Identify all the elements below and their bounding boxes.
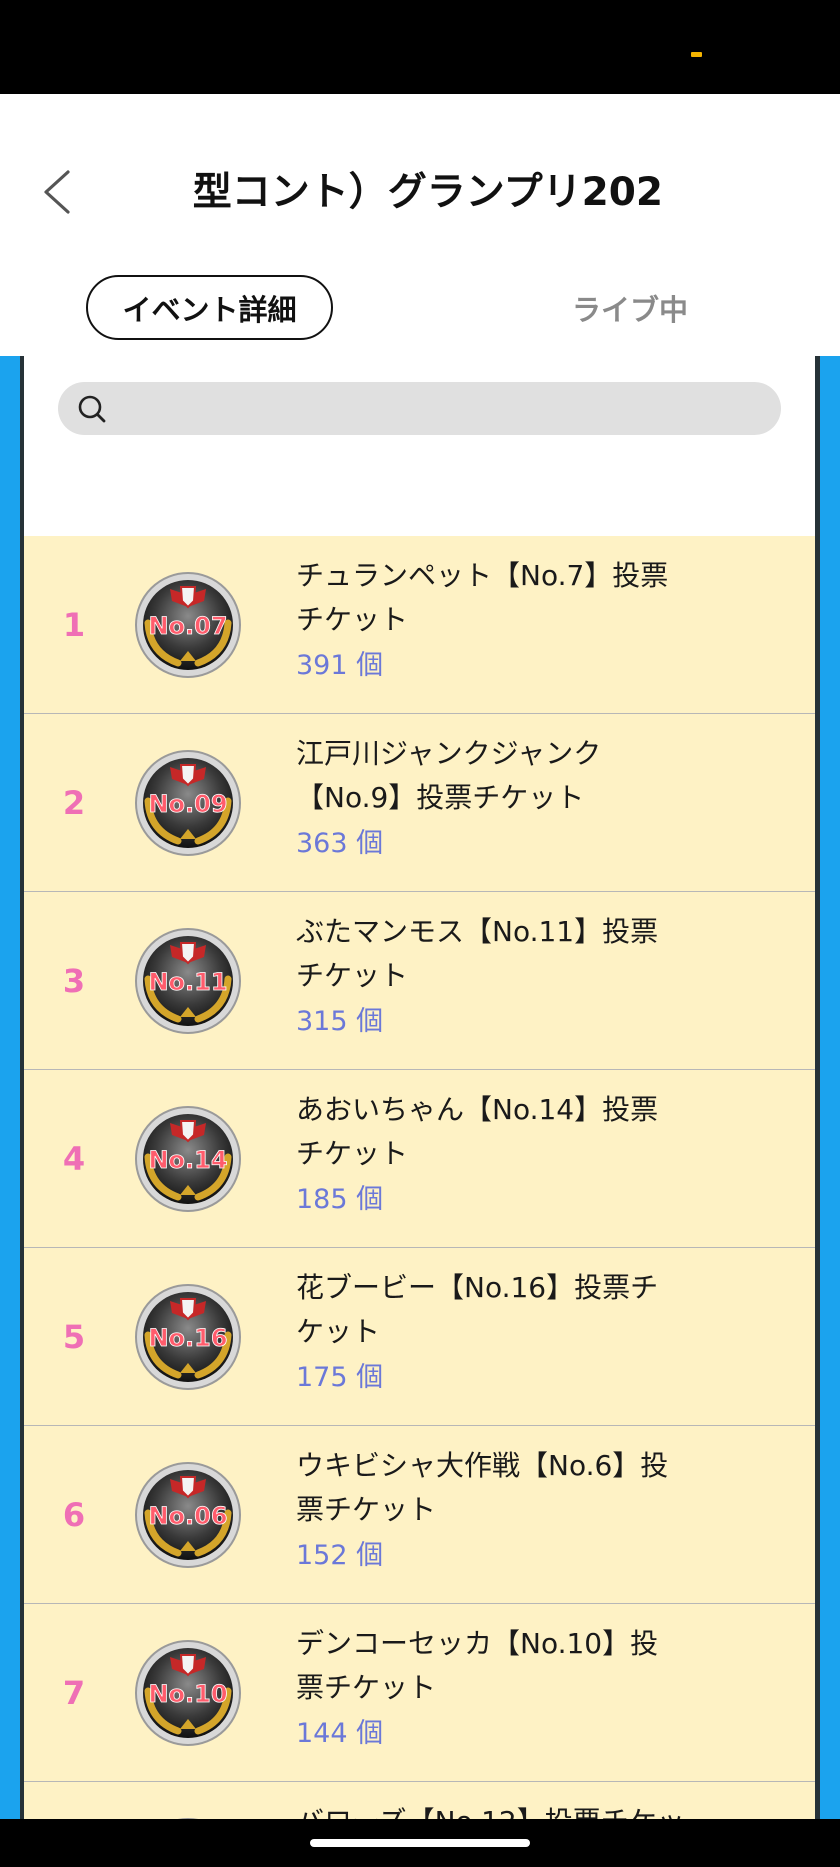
number-medal-icon: No.09 <box>135 750 241 856</box>
vote-count: 315 個 <box>296 1006 384 1037</box>
ticket-name: デンコーセッカ【No.10】投票チケット <box>296 1627 659 1704</box>
vote-count: 185 個 <box>296 1184 384 1215</box>
ticket-name: チュランペット【No.7】投票チケット <box>296 559 669 636</box>
vote-count: 363 個 <box>296 828 384 859</box>
navigation-bar <box>0 1819 840 1867</box>
ticket-name: バローズ【No.12】投票チケット <box>296 1800 686 1819</box>
rank-number: 2 <box>62 784 86 822</box>
badge-number: No.09 <box>148 790 227 818</box>
ranking-row[interactable]: 4 No.14 あおいちゃん【No.14】投票チケット 185 個 <box>24 1070 815 1248</box>
rank-number: 6 <box>62 1496 86 1534</box>
ranking-row[interactable]: 8 No.12 バローズ【No.12】投票チケット <box>24 1782 815 1819</box>
badge-number: No.11 <box>148 968 227 996</box>
ranking-list: 1 No.07 チュランペット【No.7】投票チケット 391 個 2 No.0… <box>24 536 815 1819</box>
number-medal-icon: No.10 <box>135 1640 241 1746</box>
rank-number: 7 <box>62 1674 86 1712</box>
battery-indicator-icon <box>691 52 702 57</box>
vote-count: 391 個 <box>296 650 384 681</box>
ranking-row[interactable]: 7 No.10 デンコーセッカ【No.10】投票チケット 144 個 <box>24 1604 815 1782</box>
tab-event-details[interactable]: イベント詳細 <box>86 275 333 340</box>
rank-number: 8 <box>54 1782 94 1819</box>
left-border <box>0 356 20 1819</box>
number-medal-icon: No.11 <box>135 928 241 1034</box>
right-border <box>820 356 840 1819</box>
ranking-row[interactable]: 6 No.06 ウキビシャ大作戦【No.6】投票チケット 152 個 <box>24 1426 815 1604</box>
back-button[interactable] <box>30 164 86 220</box>
number-medal-icon: No.06 <box>135 1462 241 1568</box>
number-medal-icon: No.14 <box>135 1106 241 1212</box>
number-medal-icon: No.07 <box>135 572 241 678</box>
rank-number: 4 <box>62 1140 86 1178</box>
ranking-row[interactable]: 2 No.09 江戸川ジャンクジャンク【No.9】投票チケット 363 個 <box>24 714 815 892</box>
badge-number: No.07 <box>148 612 227 640</box>
chevron-left-icon <box>44 170 70 214</box>
ranking-panel: 1 No.07 チュランペット【No.7】投票チケット 391 個 2 No.0… <box>24 356 815 1819</box>
ranking-row[interactable]: 5 No.16 花ブービー【No.16】投票チケット 175 個 <box>24 1248 815 1426</box>
search-icon <box>78 395 106 423</box>
rank-number: 3 <box>62 962 86 1000</box>
vote-count: 152 個 <box>296 1540 384 1571</box>
ticket-name: 江戸川ジャンクジャンク【No.9】投票チケット <box>296 737 602 814</box>
number-medal-icon: No.16 <box>135 1284 241 1390</box>
badge-number: No.06 <box>148 1502 227 1530</box>
header: 型コント）グランプリ202 イベント詳細 ライブ中 <box>0 94 840 356</box>
home-indicator[interactable] <box>310 1839 530 1847</box>
ticket-name: ぶたマンモス【No.11】投票チケット <box>296 915 659 992</box>
badge-number: No.16 <box>148 1324 227 1352</box>
badge-number: No.10 <box>148 1680 227 1708</box>
badge-number: No.14 <box>148 1146 227 1174</box>
ticket-name: 花ブービー【No.16】投票チケット <box>296 1271 659 1348</box>
vote-count: 175 個 <box>296 1362 384 1393</box>
ranking-row[interactable]: 3 No.11 ぶたマンモス【No.11】投票チケット 315 個 <box>24 892 815 1070</box>
tab-live[interactable]: ライブ中 <box>520 275 740 340</box>
rank-number: 5 <box>62 1318 86 1356</box>
vote-count: 144 個 <box>296 1718 384 1749</box>
rank-number: 1 <box>62 606 86 644</box>
ranking-row[interactable]: 1 No.07 チュランペット【No.7】投票チケット 391 個 <box>24 536 815 714</box>
status-bar <box>0 0 840 94</box>
ticket-name: あおいちゃん【No.14】投票チケット <box>296 1093 659 1170</box>
search-input[interactable] <box>58 382 781 435</box>
page-title-wrap: 型コント）グランプリ202 <box>178 164 698 222</box>
page-title: 型コント）グランプリ202 <box>192 170 663 215</box>
ticket-name: ウキビシャ大作戦【No.6】投票チケット <box>296 1449 669 1526</box>
